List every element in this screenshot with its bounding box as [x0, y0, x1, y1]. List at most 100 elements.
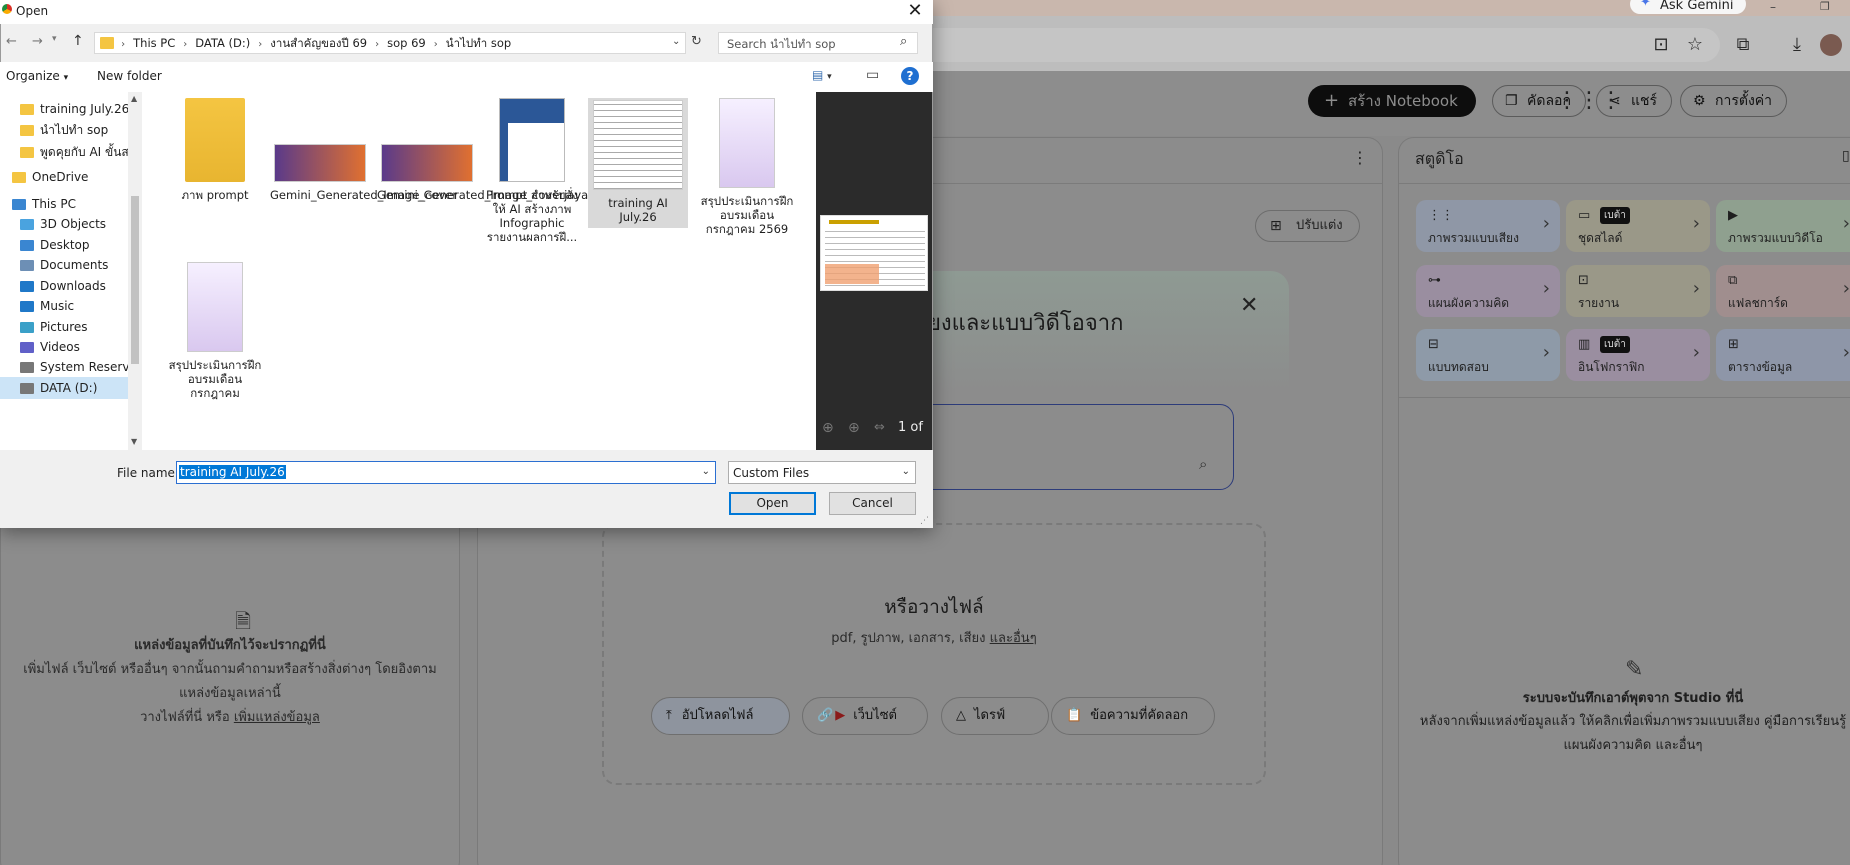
studio-card-1[interactable]: ▭ เบต้า ชุดสไลด์ › [1566, 200, 1710, 252]
preview-pane-icon[interactable]: ▭ [866, 67, 879, 83]
up-arrow-icon[interactable]: ↑ [72, 33, 84, 49]
nav-item-label: พูดคุยกับ AI ขั้นสอ [40, 145, 128, 159]
file-name-dropdown-icon[interactable]: ⌄ [702, 466, 710, 477]
file-name-input[interactable]: training AI July.26 ⌄ [176, 461, 716, 484]
website-button[interactable]: 🔗 ▶ เว็บไซต์ [802, 697, 928, 735]
path-segment[interactable]: นำไปทำ sop [446, 33, 511, 53]
refresh-icon[interactable]: ↻ [691, 34, 702, 49]
search-icon[interactable]: ⌕ [1199, 455, 1207, 473]
modal-close-icon[interactable]: ✕ [1240, 293, 1258, 318]
report-icon: ⊡ [1578, 273, 1589, 288]
studio-card-8[interactable]: ⊞ ตารางข้อมูล › [1716, 329, 1850, 381]
file-type-dropdown-icon: ⌄ [901, 466, 910, 477]
path-segment[interactable]: sop 69 [387, 33, 426, 53]
path-breadcrumb: › This PC › DATA (D:) › งานสำคัญของปี 69 › sop … [113, 36, 511, 51]
more-vert-icon[interactable]: ⋮ [1352, 148, 1368, 167]
install-app-icon[interactable]: ⊡ [1648, 32, 1674, 58]
nav-item-7[interactable]: Documents [20, 254, 128, 276]
studio-divider [1399, 183, 1850, 184]
studio-card-0[interactable]: ⋮⋮ ภาพรวมแบบเสียง › [1416, 200, 1560, 252]
gear-icon: ⚙ [1693, 93, 1706, 109]
change-view-icon[interactable]: ▤ ▾ [812, 68, 832, 82]
drop-subtitle: pdf, รูปภาพ, เอกสาร, เสียง และอื่นๆ [602, 627, 1266, 648]
file-tile-4[interactable]: training AI July.26 [588, 98, 688, 228]
download-icon[interactable]: ⤓ [1784, 32, 1810, 58]
studio-card-3[interactable]: ⊶ แผนผังความคิด › [1416, 265, 1560, 317]
file-tile-1[interactable]: Gemini_Generated_Image_cover [270, 98, 457, 202]
studio-card-7[interactable]: ▥ เบต้า อินโฟกราฟิก › [1566, 329, 1710, 381]
fit-page-icon[interactable]: ⇔ [874, 420, 885, 435]
nav-item-9[interactable]: Music [20, 295, 128, 317]
path-segment[interactable]: DATA (D:) [195, 33, 250, 53]
nav-item-label: Desktop [40, 238, 90, 252]
file-tile-5[interactable]: สรุปประเมินการฝึกอบรมเดือนกรกฎาคม 2569 [697, 98, 797, 236]
extensions-icon[interactable]: ⧉ [1730, 32, 1756, 58]
sources-empty-line1: เพิ่มไฟล์ เว็บไซต์ หรืออื่นๆ จากนั้นถามค… [23, 662, 437, 677]
studio-card-6[interactable]: ⊟ แบบทดสอบ › [1416, 329, 1560, 381]
create-notebook-button[interactable]: + สร้าง Notebook [1308, 85, 1476, 117]
settings-button[interactable]: ⚙ การตั้งค่า [1680, 85, 1788, 117]
path-segment[interactable]: งานสำคัญของปี 69 [270, 33, 367, 53]
file-type-select[interactable]: Custom Files ⌄ [728, 461, 916, 484]
nav-item-1[interactable]: นำไปทำ sop [20, 119, 128, 141]
add-source-link[interactable]: เพิ่มแหล่งข้อมูล [234, 710, 320, 725]
collapse-panel-icon[interactable]: ▯ [1842, 148, 1850, 164]
resize-grip-icon[interactable]: ⋰ [920, 516, 929, 526]
nav-item-12[interactable]: System Reserved [20, 356, 128, 378]
studio-card-4[interactable]: ⊡ รายงาน › [1566, 265, 1710, 317]
studio-card-label: ภาพรวมแบบวิดีโอ [1728, 231, 1823, 245]
prev-page-icon[interactable]: ⊕ [822, 420, 834, 436]
dialog-search-input[interactable]: Search นำไปทำ sop [718, 32, 918, 54]
upload-file-button[interactable]: ⤒ อัปโหลดไฟล์ [651, 697, 790, 735]
nav-scrollbar[interactable]: ▲ ▼ [128, 92, 142, 450]
dialog-close-icon[interactable]: ✕ [900, 0, 930, 22]
nav-item-10[interactable]: Pictures [20, 316, 128, 338]
new-folder-button[interactable]: New folder [97, 69, 162, 83]
nav-item-4[interactable]: This PC [12, 193, 128, 215]
cancel-button[interactable]: Cancel [829, 492, 916, 515]
scroll-down-icon[interactable]: ▼ [131, 437, 137, 446]
more-formats-link[interactable]: และอื่นๆ [990, 631, 1037, 646]
address-dropdown-icon[interactable]: ⌄ [672, 36, 680, 47]
music-icon [20, 301, 34, 312]
studio-card-label: ตารางข้อมูล [1728, 360, 1793, 374]
nav-item-3[interactable]: OneDrive [12, 166, 128, 188]
nav-item-5[interactable]: 3D Objects [20, 213, 128, 235]
apps-grid-icon[interactable]: ⋮⋮⋮ [1556, 88, 1622, 114]
nav-item-2[interactable]: พูดคุยกับ AI ขั้นสอ [20, 141, 128, 163]
drive-button[interactable]: △ ไดรฟ์ [941, 697, 1049, 735]
bookmark-star-icon[interactable]: ☆ [1682, 32, 1708, 58]
file-tile-3[interactable]: Prompt สำหรับสั่งให้ AI สร้างภาพ Infogra… [482, 98, 582, 244]
forward-arrow-icon[interactable]: → [32, 34, 43, 49]
recent-dropdown-icon[interactable]: ▾ [52, 34, 57, 44]
organize-menu[interactable]: Organize ▾ [6, 69, 68, 83]
nav-item-13[interactable]: DATA (D:) [0, 377, 128, 399]
help-icon[interactable]: ? [901, 67, 919, 85]
scroll-thumb[interactable] [131, 196, 139, 364]
dialog-address-bar[interactable]: › This PC › DATA (D:) › งานสำคัญของปี 69 › sop … [94, 32, 686, 54]
customize-button[interactable]: ⊞ ปรับแต่ง [1255, 210, 1360, 242]
file-tile-2[interactable]: Gemini_Generated_Image_coverjaya [377, 98, 588, 202]
restore-icon[interactable]: ❐ [1820, 0, 1840, 14]
next-page-icon[interactable]: ⊕ [848, 420, 860, 436]
profile-avatar[interactable] [1820, 34, 1842, 56]
nav-item-6[interactable]: Desktop [20, 234, 128, 256]
chevron-right-icon: › [1842, 213, 1850, 234]
ask-gemini-button[interactable]: ✦ Ask Gemini [1630, 0, 1746, 14]
minimize-icon[interactable]: – [1770, 0, 1790, 14]
nav-item-label: DATA (D:) [40, 381, 98, 395]
nav-item-8[interactable]: Downloads [20, 275, 128, 297]
back-arrow-icon[interactable]: ← [6, 34, 17, 49]
studio-card-2[interactable]: ▶ ภาพรวมแบบวิดีโอ › [1716, 200, 1850, 252]
studio-empty-line1: หลังจากเพิ่มแหล่งข้อมูลแล้ว ให้คลิกเพื่อ… [1419, 714, 1847, 729]
open-button[interactable]: Open [729, 492, 816, 515]
scroll-up-icon[interactable]: ▲ [131, 94, 137, 103]
file-tile-0[interactable]: ภาพ prompt [165, 98, 265, 202]
studio-card-5[interactable]: ⧉ แฟลชการ์ด › [1716, 265, 1850, 317]
file-tile-6[interactable]: สรุปประเมินการฝึกอบรมเดือนกรกฎาคม [165, 262, 265, 400]
copied-text-button[interactable]: 📋 ข้อความที่คัดลอก [1051, 697, 1215, 735]
file-drop-zone[interactable] [602, 523, 1266, 785]
path-segment[interactable]: This PC [133, 33, 175, 53]
nav-item-11[interactable]: Videos [20, 336, 128, 358]
nav-item-0[interactable]: training July.26 [20, 98, 128, 120]
